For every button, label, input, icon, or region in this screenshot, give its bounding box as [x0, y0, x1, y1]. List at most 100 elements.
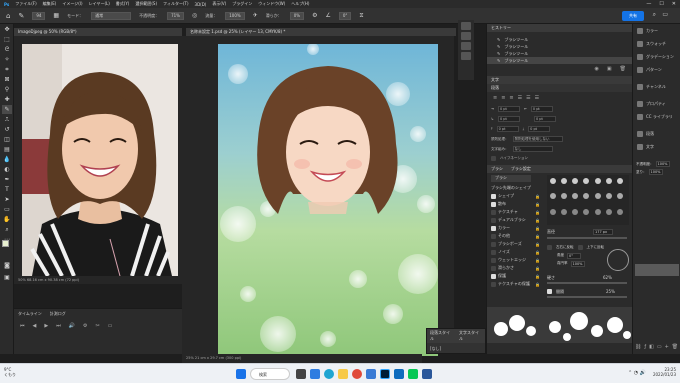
lock-icon[interactable]: 🔒 [535, 250, 540, 255]
option-brush-pose[interactable]: ブラシポーズ 🔒 [487, 240, 543, 248]
align-center-icon[interactable]: ≡ [501, 95, 505, 101]
tab-timeline[interactable]: タイムライン [18, 311, 42, 317]
layer-fill-field[interactable]: 100% [648, 169, 663, 175]
search-icon[interactable]: ⌕ [653, 11, 656, 19]
history-panel-icon[interactable] [461, 22, 471, 30]
checkbox[interactable] [491, 281, 496, 287]
doc2-tab[interactable]: 名称未設定 1.psd @ 25% (レイヤー 13, CMYK/8) * [186, 28, 456, 36]
history-item[interactable]: ✎ ブラシツール [487, 50, 632, 57]
extra-field[interactable]: 0 pt [533, 116, 556, 122]
menu-image[interactable]: イメージ(I) [62, 1, 82, 7]
layer-thumbnail[interactable] [635, 264, 679, 276]
lock-icon[interactable]: 🔒 [535, 242, 540, 247]
checkbox[interactable] [491, 209, 496, 215]
snapshot-icon[interactable]: ◉ [595, 66, 599, 72]
quick-select-tool-icon[interactable]: ✧ [2, 55, 12, 64]
split-icon[interactable]: ✂ [95, 323, 99, 329]
home-icon[interactable]: ⌂ [6, 12, 10, 20]
brushes-button[interactable]: ブラシ [491, 175, 531, 182]
brush-settings-icon[interactable]: ▦ [53, 12, 59, 19]
folder-icon[interactable]: ▭ [657, 344, 662, 350]
brush-tip[interactable] [561, 178, 568, 184]
brush-tip[interactable] [616, 178, 623, 184]
share-button[interactable]: 共有 [622, 11, 644, 21]
menu-view[interactable]: 表示(V) [212, 1, 226, 7]
menu-plugins[interactable]: プラグイン [232, 1, 252, 7]
lock-icon[interactable]: 🔒 [535, 282, 540, 287]
brush-tip[interactable] [583, 208, 590, 215]
brush-tip[interactable] [550, 193, 556, 200]
link-icon[interactable]: ⛓ [635, 344, 641, 350]
angle-field[interactable]: 0° [567, 253, 581, 259]
brush-tip[interactable] [583, 178, 590, 184]
menu-help[interactable]: ヘルプ(H) [291, 1, 309, 7]
last-frame-icon[interactable]: ⏭ [56, 323, 61, 329]
brush-tip[interactable] [605, 193, 612, 200]
new-layer-icon[interactable]: + [665, 344, 669, 350]
brush-size-picker[interactable]: 94 [32, 11, 46, 20]
smoothing-options-icon[interactable]: ⚙ [312, 12, 317, 19]
history-brush-tool-icon[interactable]: ↺ [2, 125, 12, 134]
spacing-slider[interactable] [547, 296, 627, 298]
line-icon[interactable] [408, 369, 418, 379]
tab-character-styles[interactable]: 文字スタイル [459, 330, 482, 342]
dodge-tool-icon[interactable]: ◐ [2, 165, 12, 174]
hardness-value[interactable]: 62% [603, 275, 612, 281]
lock-icon[interactable]: 🔒 [535, 274, 540, 279]
tab-paragraph-styles[interactable]: 段落スタイル [430, 330, 453, 342]
foreground-color-swatch[interactable] [2, 240, 9, 247]
history-item-selected[interactable]: ✎ ブラシツール [487, 57, 632, 64]
pressure-opacity-icon[interactable]: ◎ [192, 12, 197, 19]
fx-icon[interactable]: ƒ [644, 344, 646, 350]
option-protect[interactable]: 保護 🔒 [487, 272, 543, 280]
checkbox[interactable] [491, 257, 496, 263]
menu-3d[interactable]: 3D(D) [195, 2, 207, 7]
dock-channels[interactable]: チャンネル [633, 80, 680, 93]
chrome-icon[interactable] [352, 369, 362, 379]
brush-tip[interactable] [616, 208, 623, 215]
hand-tool-icon[interactable]: ✋ [2, 215, 12, 224]
left-indent-field[interactable]: 0 pt [497, 106, 520, 112]
option-protect-texture[interactable]: テクスチャの保護 🔒 [487, 280, 543, 288]
checkbox[interactable] [491, 241, 496, 247]
clone-stamp-tool-icon[interactable]: ⎍ [2, 115, 12, 124]
history-panel-header[interactable]: ヒストリー [487, 24, 632, 32]
spacing-checkbox[interactable] [547, 289, 552, 294]
doc1-canvas[interactable] [22, 44, 178, 276]
play-icon[interactable]: ▶ [44, 323, 48, 329]
brush-tip[interactable] [572, 208, 579, 215]
move-tool-icon[interactable]: ✥ [2, 25, 12, 34]
mask-icon[interactable]: ◧ [649, 344, 654, 350]
frame-tool-icon[interactable]: ⊠ [2, 75, 12, 84]
option-shape-dynamics[interactable]: シェイプ 🔒 [487, 192, 543, 200]
brush-tip[interactable] [561, 193, 568, 200]
widgets-icon[interactable] [310, 369, 320, 379]
menu-select[interactable]: 選択範囲(S) [135, 1, 157, 7]
checkbox[interactable] [491, 193, 496, 199]
option-smoothing[interactable]: 滑らかさ 🔒 [487, 264, 543, 272]
clock[interactable]: 23:25 2022/01/23 [653, 367, 676, 377]
start-icon[interactable] [236, 369, 246, 379]
new-doc-icon[interactable]: ▣ [607, 66, 612, 72]
menu-window[interactable]: ウィンドウ(W) [258, 1, 285, 7]
diameter-slider[interactable] [547, 237, 627, 239]
lasso-tool-icon[interactable]: ᘓ [2, 45, 12, 54]
app-logo-icon[interactable]: Ps [4, 2, 9, 7]
eyedropper-tool-icon[interactable]: ⚲ [2, 85, 12, 94]
minimize-button[interactable]: — [646, 1, 651, 7]
calendar-icon[interactable] [422, 369, 432, 379]
first-frame-icon[interactable]: ⏮ [20, 323, 25, 329]
settings-icon[interactable]: ⚙ [83, 323, 87, 329]
path-select-tool-icon[interactable]: ➤ [2, 195, 12, 204]
brush-tip[interactable] [550, 178, 556, 184]
symmetry-icon[interactable]: ⧖ [359, 12, 363, 20]
brush-tip[interactable] [572, 193, 579, 200]
prev-frame-icon[interactable]: ◀ [33, 323, 37, 329]
dock-character[interactable]: 文字 [633, 140, 680, 153]
justify-icon[interactable]: ☰ [518, 95, 522, 101]
justify-last-center-icon[interactable]: ☰ [526, 95, 530, 101]
audio-icon[interactable]: 🔊 [69, 323, 75, 329]
search-box[interactable]: 検索 [250, 368, 290, 380]
navigator-panel-icon[interactable] [461, 52, 471, 60]
first-line-field[interactable]: 0 pt [497, 116, 520, 122]
